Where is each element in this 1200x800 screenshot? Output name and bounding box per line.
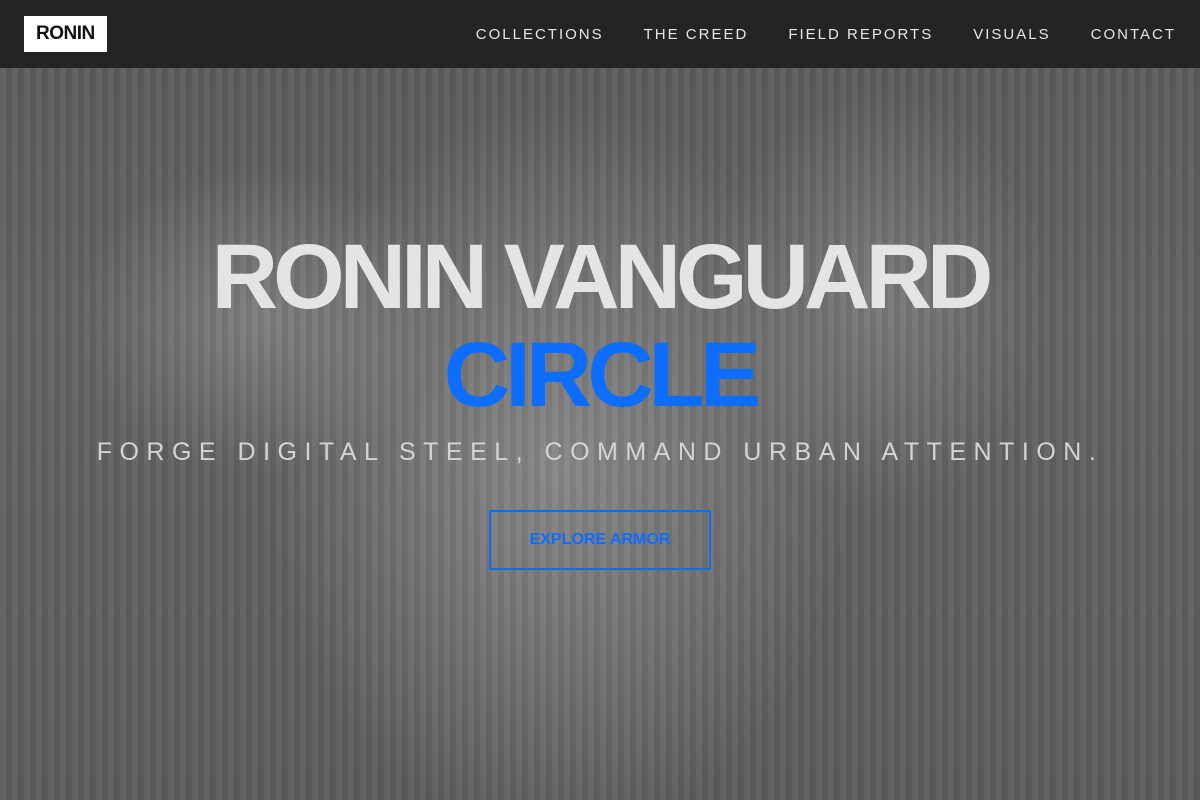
nav-item-contact[interactable]: CONTACT	[1091, 26, 1176, 43]
page: RONIN COLLECTIONS THE CREED FIELD REPORT…	[0, 0, 1200, 800]
hero-title-accent: CIRCLE	[443, 324, 761, 426]
nav-item-the-creed[interactable]: THE CREED	[644, 26, 749, 43]
nav-item-collections[interactable]: COLLECTIONS	[476, 26, 604, 43]
hero-section: RONIN VANGUARD CIRCLE FORGE DIGITAL STEE…	[0, 68, 1200, 800]
hero-title-line1: RONIN VANGUARD	[211, 226, 994, 328]
hero-title: RONIN VANGUARD CIRCLE	[0, 228, 1200, 424]
site-header: RONIN COLLECTIONS THE CREED FIELD REPORT…	[0, 0, 1200, 68]
logo[interactable]: RONIN	[24, 16, 107, 52]
main-nav: COLLECTIONS THE CREED FIELD REPORTS VISU…	[476, 26, 1176, 43]
nav-item-visuals[interactable]: VISUALS	[973, 26, 1050, 43]
hero-tagline: FORGE DIGITAL STEEL, COMMAND URBAN ATTEN…	[96, 438, 1104, 466]
nav-item-field-reports[interactable]: FIELD REPORTS	[788, 26, 933, 43]
explore-armor-button[interactable]: EXPLORE ARMOR	[489, 510, 711, 570]
